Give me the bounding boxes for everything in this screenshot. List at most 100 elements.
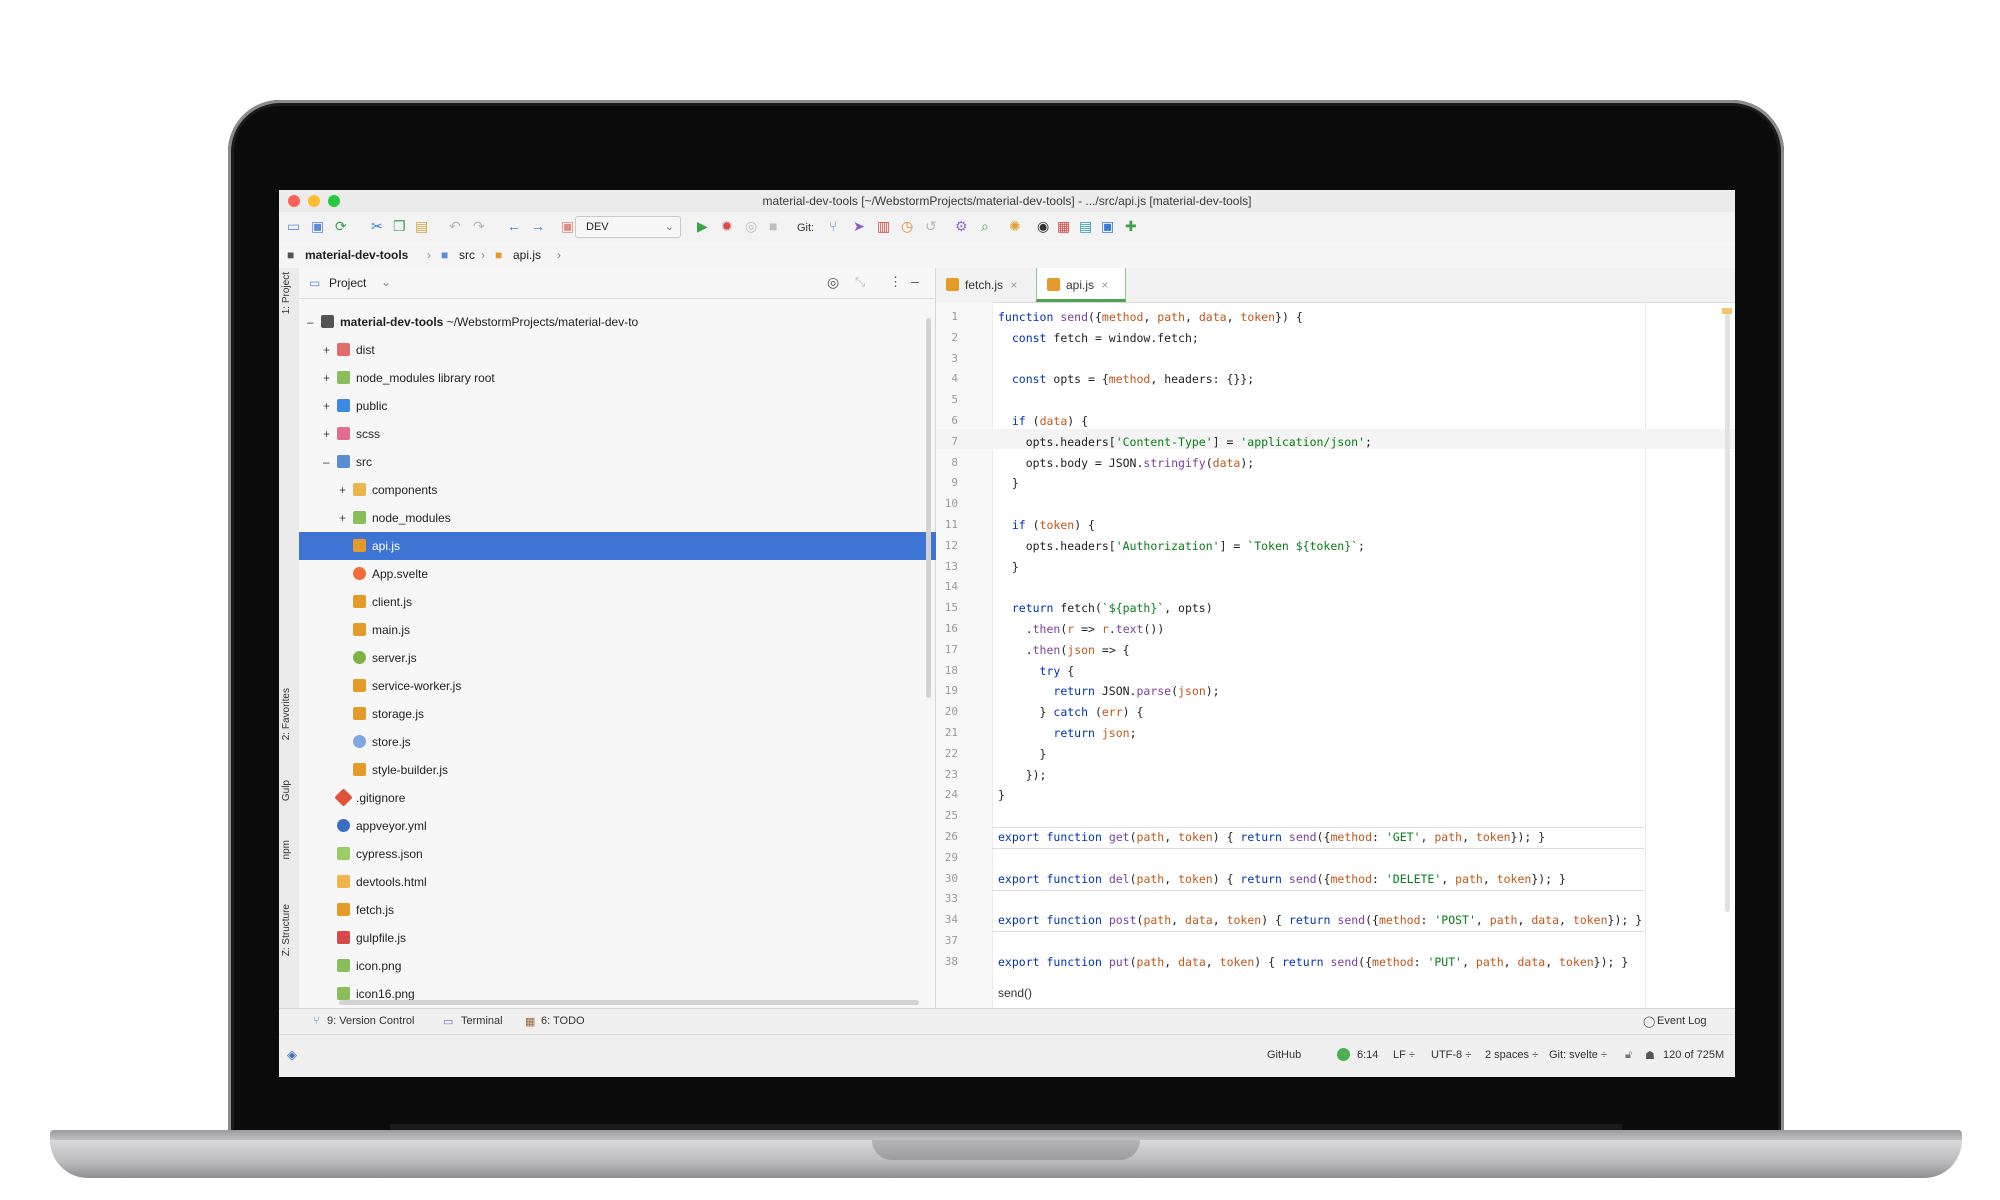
paste-icon[interactable]: ▤ <box>415 218 428 234</box>
code-line[interactable]: } <box>998 476 1019 490</box>
code-line[interactable]: export function del(path, token) { retur… <box>998 872 1566 886</box>
breadcrumb-folder[interactable]: src <box>459 248 475 262</box>
code-line[interactable]: }); <box>998 768 1047 782</box>
tree-item-app-svelte[interactable]: App.svelte <box>299 560 959 588</box>
code-line[interactable]: export function post(path, data, token) … <box>998 913 1642 927</box>
vcs-update-icon[interactable]: ⑂ <box>829 218 837 234</box>
code-line[interactable]: } <box>998 788 1005 802</box>
run-config-select[interactable]: DEV ⌄ <box>575 216 681 238</box>
warning-marker[interactable] <box>1722 308 1732 314</box>
tree-item-gulpfile-js[interactable]: gulpfile.js <box>299 924 943 952</box>
vcs-revert-icon[interactable]: ↺ <box>925 218 937 234</box>
tree-item-client-js[interactable]: client.js <box>299 588 959 616</box>
tab-terminal[interactable]: Terminal <box>461 1015 503 1027</box>
project-view-select[interactable]: Project <box>329 276 366 290</box>
code-line[interactable]: } <box>998 747 1047 761</box>
hide-panel-icon[interactable]: – <box>911 273 919 289</box>
code-line[interactable]: } <box>998 560 1019 574</box>
tab-npm[interactable]: npm <box>281 840 292 859</box>
tree-item-style-builder-js[interactable]: style-builder.js <box>299 756 959 784</box>
settings-icon[interactable]: ⚙ <box>955 218 968 234</box>
tree-item-scss[interactable]: + scss <box>299 420 943 448</box>
tree-item-components[interactable]: + components <box>299 476 959 504</box>
project-horizontal-scrollbar[interactable] <box>339 1000 919 1005</box>
tab-api-js[interactable]: api.js × <box>1036 268 1126 302</box>
status-indent[interactable]: 2 spaces ÷ <box>1485 1049 1538 1061</box>
code-line[interactable]: function send({method, path, data, token… <box>998 310 1303 324</box>
code-line[interactable]: } catch (err) { <box>998 705 1144 719</box>
tab-event-log[interactable]: Event Log <box>1657 1015 1707 1027</box>
breadcrumb-file[interactable]: api.js <box>513 248 541 262</box>
code-line[interactable]: .then(json => { <box>998 643 1130 657</box>
debug-icon[interactable]: ✹ <box>721 218 733 234</box>
editor-breadcrumb[interactable]: send() <box>998 986 1032 1000</box>
code-line[interactable]: .then(r => r.text()) <box>998 622 1165 636</box>
status-ok-icon[interactable] <box>1337 1048 1350 1061</box>
tree-item-dist[interactable]: + dist <box>299 336 943 364</box>
code-line[interactable]: export function get(path, token) { retur… <box>998 830 1545 844</box>
close-tab-icon[interactable]: × <box>1101 278 1108 292</box>
forward-icon[interactable]: → <box>531 218 545 234</box>
layout-icon[interactable]: ▦ <box>1057 218 1070 234</box>
tree-item-service-worker-js[interactable]: service-worker.js <box>299 672 959 700</box>
tree-item-main-js[interactable]: main.js <box>299 616 959 644</box>
search-icon[interactable]: ⌕ <box>981 218 989 234</box>
project-vertical-scrollbar[interactable] <box>926 318 931 698</box>
tree-item-src-node-modules[interactable]: + node_modules <box>299 504 959 532</box>
breadcrumb-project[interactable]: material-dev-tools <box>305 248 408 262</box>
tab-structure[interactable]: Z: Structure <box>281 904 292 956</box>
tools-icon[interactable]: ▣ <box>1101 218 1114 234</box>
database-icon[interactable]: ▤ <box>1079 218 1092 234</box>
code-line[interactable]: opts.body = JSON.stringify(data); <box>998 456 1255 470</box>
code-line[interactable]: if (data) { <box>998 414 1088 428</box>
code-area[interactable]: 1 function send({method, path, data, toke… <box>936 302 1735 1008</box>
status-encoding[interactable]: UTF-8 ÷ <box>1431 1049 1471 1061</box>
undo-icon[interactable]: ↶ <box>449 218 461 234</box>
stop-icon[interactable]: ■ <box>769 218 777 234</box>
tab-project[interactable]: 1: Project <box>281 272 292 314</box>
profiler-icon[interactable]: ◉ <box>1037 218 1049 234</box>
tree-root[interactable]: – material-dev-tools ~/WebstormProjects/m… <box>299 308 927 336</box>
status-caret-position[interactable]: 6:14 <box>1357 1049 1378 1061</box>
redo-icon[interactable]: ↷ <box>473 218 485 234</box>
tree-item-cypress-json[interactable]: cypress.json <box>299 840 943 868</box>
tree-item-store-js[interactable]: store.js <box>299 728 959 756</box>
save-icon[interactable]: ▣ <box>311 218 324 234</box>
vcs-history-icon[interactable]: ▥ <box>877 218 890 234</box>
tab-version-control[interactable]: 9: Version Control <box>327 1015 414 1027</box>
code-line[interactable]: const fetch = window.fetch; <box>998 331 1199 345</box>
open-folder-icon[interactable]: ▭ <box>287 218 300 234</box>
plugin-icon[interactable]: ✺ <box>1009 218 1021 234</box>
tree-item-storage-js[interactable]: storage.js <box>299 700 959 728</box>
code-line[interactable]: return JSON.parse(json); <box>998 684 1219 698</box>
code-line[interactable]: if (token) { <box>998 518 1095 532</box>
code-line[interactable]: const opts = {method, headers: {}}; <box>998 372 1254 386</box>
code-line[interactable]: try { <box>998 664 1075 678</box>
layers-icon[interactable]: ◈ <box>287 1047 297 1063</box>
tree-item-devtools-html[interactable]: devtools.html <box>299 868 943 896</box>
tree-item-gitignore[interactable]: .gitignore <box>299 784 943 812</box>
lock-icon[interactable]: 🔓︎ <box>1625 1049 1632 1062</box>
vcs-annotate-icon[interactable]: ◷ <box>901 218 913 234</box>
tree-item-node-modules[interactable]: + node_modules library root <box>299 364 943 392</box>
tree-item-src[interactable]: – src <box>299 448 943 476</box>
tab-todo[interactable]: 6: TODO <box>541 1015 585 1027</box>
code-line[interactable]: return fetch(`${path}`, opts) <box>998 601 1213 615</box>
editor-scrollbar[interactable] <box>1725 312 1730 912</box>
tree-item-api-js[interactable]: api.js <box>299 532 959 560</box>
tree-item-server-js[interactable]: server.js <box>299 644 959 672</box>
copy-icon[interactable]: ❐ <box>393 218 406 234</box>
close-tab-icon[interactable]: × <box>1010 278 1017 292</box>
tree-item-public[interactable]: + public <box>299 392 943 420</box>
vcs-push-icon[interactable]: ➤ <box>853 218 865 234</box>
extension-icon[interactable]: ✚ <box>1125 218 1137 234</box>
status-git-branch[interactable]: Git: svelte ÷ <box>1549 1049 1607 1061</box>
collapse-toggle-icon[interactable]: – <box>307 308 321 336</box>
inspector-icon[interactable]: ☗ <box>1645 1049 1655 1062</box>
status-github[interactable]: GitHub <box>1267 1049 1301 1061</box>
tab-gulp[interactable]: Gulp <box>281 780 292 801</box>
tab-favorites[interactable]: 2: Favorites <box>281 688 292 740</box>
code-line[interactable]: opts.headers['Content-Type'] = 'applicat… <box>998 435 1372 449</box>
tree-item-fetch-js[interactable]: fetch.js <box>299 896 943 924</box>
more-options-icon[interactable]: ⋮ <box>889 274 902 290</box>
